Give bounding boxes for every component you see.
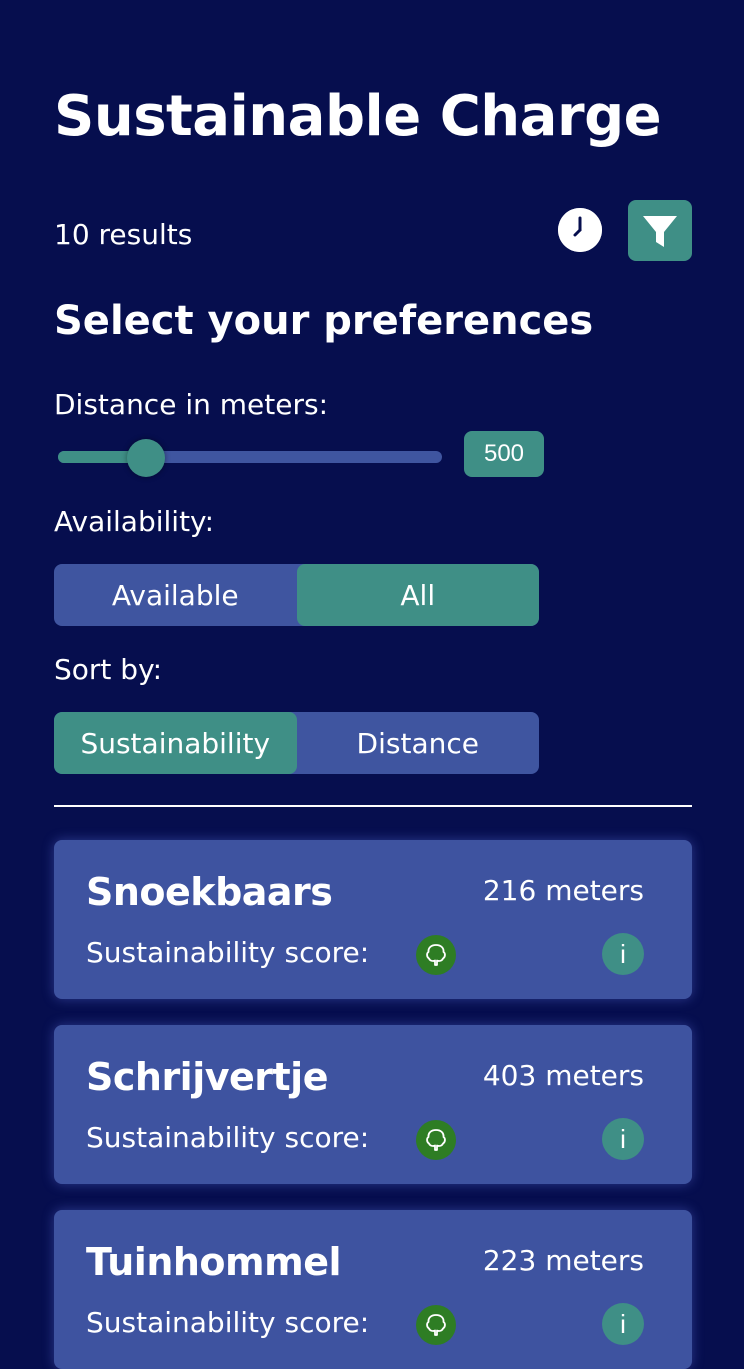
tree-icon: [416, 1305, 456, 1345]
station-name: Tuinhommel: [86, 1240, 342, 1284]
sort-toggle: Sustainability Distance: [54, 712, 539, 774]
filter-icon: [643, 215, 677, 247]
station-card[interactable]: Schrijvertje 403 meters Sustainability s…: [54, 1025, 692, 1184]
page-title: Sustainable Charge: [54, 84, 662, 149]
station-distance: 216 meters: [482, 874, 644, 907]
station-distance: 403 meters: [482, 1059, 644, 1092]
info-icon[interactable]: i: [602, 1303, 644, 1345]
station-name: Snoekbaars: [86, 870, 333, 914]
info-icon[interactable]: i: [602, 1118, 644, 1160]
preferences-heading: Select your preferences: [54, 298, 594, 344]
sustainability-score-label: Sustainability score:: [86, 1306, 370, 1339]
availability-toggle: Available All: [54, 564, 539, 626]
availability-option-available[interactable]: Available: [54, 564, 297, 626]
sustainability-score-label: Sustainability score:: [86, 936, 370, 969]
divider: [54, 805, 692, 807]
clock-icon: [558, 208, 602, 252]
history-button[interactable]: [558, 208, 602, 252]
distance-slider[interactable]: 500: [54, 431, 544, 480]
availability-label: Availability:: [54, 505, 215, 538]
sort-option-sustainability[interactable]: Sustainability: [54, 712, 297, 774]
distance-value-badge: 500: [464, 431, 544, 477]
slider-thumb[interactable]: [127, 439, 166, 477]
tree-icon: [416, 935, 456, 975]
sort-label: Sort by:: [54, 653, 163, 686]
tree-icon: [416, 1120, 456, 1160]
availability-option-all[interactable]: All: [296, 564, 539, 626]
station-card[interactable]: Tuinhommel 223 meters Sustainability sco…: [54, 1210, 692, 1369]
filter-button[interactable]: [628, 200, 692, 261]
results-count: 10 results: [54, 218, 193, 251]
distance-label: Distance in meters:: [54, 388, 328, 421]
sort-option-distance[interactable]: Distance: [297, 712, 540, 774]
station-card[interactable]: Snoekbaars 216 meters Sustainability sco…: [54, 840, 692, 999]
slider-track[interactable]: [58, 451, 442, 463]
sustainability-score-label: Sustainability score:: [86, 1121, 370, 1154]
info-icon[interactable]: i: [602, 933, 644, 975]
results-row: 10 results: [54, 200, 692, 262]
station-name: Schrijvertje: [86, 1055, 328, 1099]
station-distance: 223 meters: [482, 1244, 644, 1277]
